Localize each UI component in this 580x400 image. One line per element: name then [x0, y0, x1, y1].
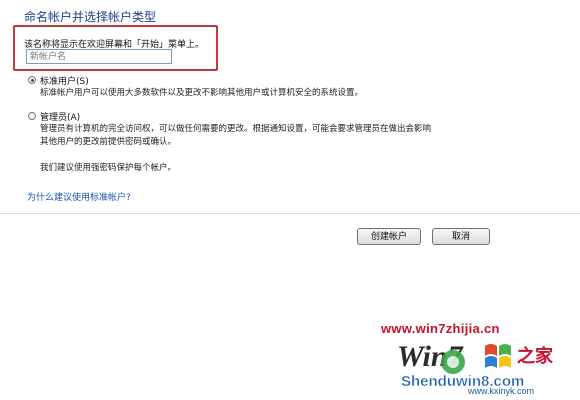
divider	[0, 213, 580, 214]
administrator-description-line: 管理员有计算机的完全访问权，可以做任何需要的更改。根据通知设置，可能会要求管理员…	[40, 124, 432, 134]
administrator-radio[interactable]	[28, 112, 36, 120]
standard-user-label[interactable]: 标准用户(S)	[40, 74, 89, 87]
watermark-logo-cn: 之家	[517, 345, 554, 367]
watermark-flag-icon	[485, 344, 511, 368]
recommendation-text: 我们建议使用强密码保护每个帐户。	[40, 163, 177, 173]
administrator-label[interactable]: 管理员(A)	[40, 110, 80, 123]
page-heading: 命名帐户并选择帐户类型	[24, 10, 157, 24]
standard-user-radio[interactable]	[28, 76, 36, 84]
create-account-button[interactable]: 创建帐户	[357, 228, 421, 245]
cancel-button[interactable]: 取消	[432, 228, 490, 245]
administrator-description: 管理员有计算机的完全访问权，可以做任何需要的更改。根据通知设置，可能会要求管理员…	[40, 123, 431, 149]
watermark-logo: Win7 之家 Shenduwin8.com	[397, 340, 554, 390]
administrator-description-line: 其他用户的更改前提供密码或确认。	[40, 137, 177, 147]
why-standard-account-link[interactable]: 为什么建议使用标准帐户?	[27, 190, 131, 203]
watermark-bottom-url: www.kxinyk.com	[468, 386, 535, 396]
account-name-input[interactable]	[26, 49, 172, 64]
standard-user-description: 标准帐户用户可以使用大多数软件以及更改不影响其他用户或计算机安全的系统设置。	[40, 87, 363, 100]
standard-user-description-line: 标准帐户用户可以使用大多数软件以及更改不影响其他用户或计算机安全的系统设置。	[40, 88, 364, 98]
